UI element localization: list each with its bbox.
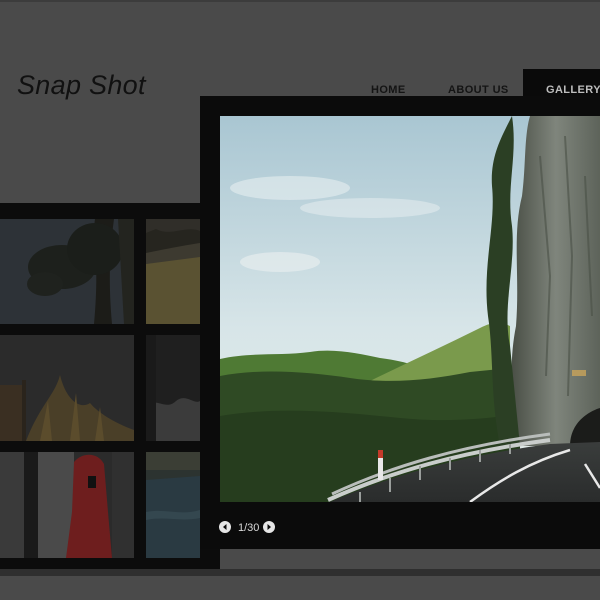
thumbnail-grass-post[interactable] — [0, 335, 134, 441]
footer-bar — [0, 569, 600, 576]
viewer-controls — [200, 502, 600, 548]
slide-counter: 1/30 — [238, 522, 260, 534]
arrow-right-icon[interactable] — [263, 521, 275, 533]
main-photo[interactable] — [220, 116, 600, 502]
thumbnail-coast[interactable] — [146, 452, 200, 558]
thumbnail-shore[interactable] — [146, 219, 200, 324]
thumbnail-red-figure[interactable] — [0, 452, 134, 558]
page: Snap Shot HOME ABOUT US GALLERY 1/30 — [0, 0, 600, 600]
thumbnail-tree[interactable] — [0, 219, 134, 324]
thumbnail-dark-water[interactable] — [146, 335, 200, 441]
footer-area — [0, 576, 600, 600]
site-logo[interactable]: Snap Shot — [17, 70, 146, 101]
top-strip — [0, 0, 600, 2]
arrow-left-icon[interactable] — [219, 521, 231, 533]
